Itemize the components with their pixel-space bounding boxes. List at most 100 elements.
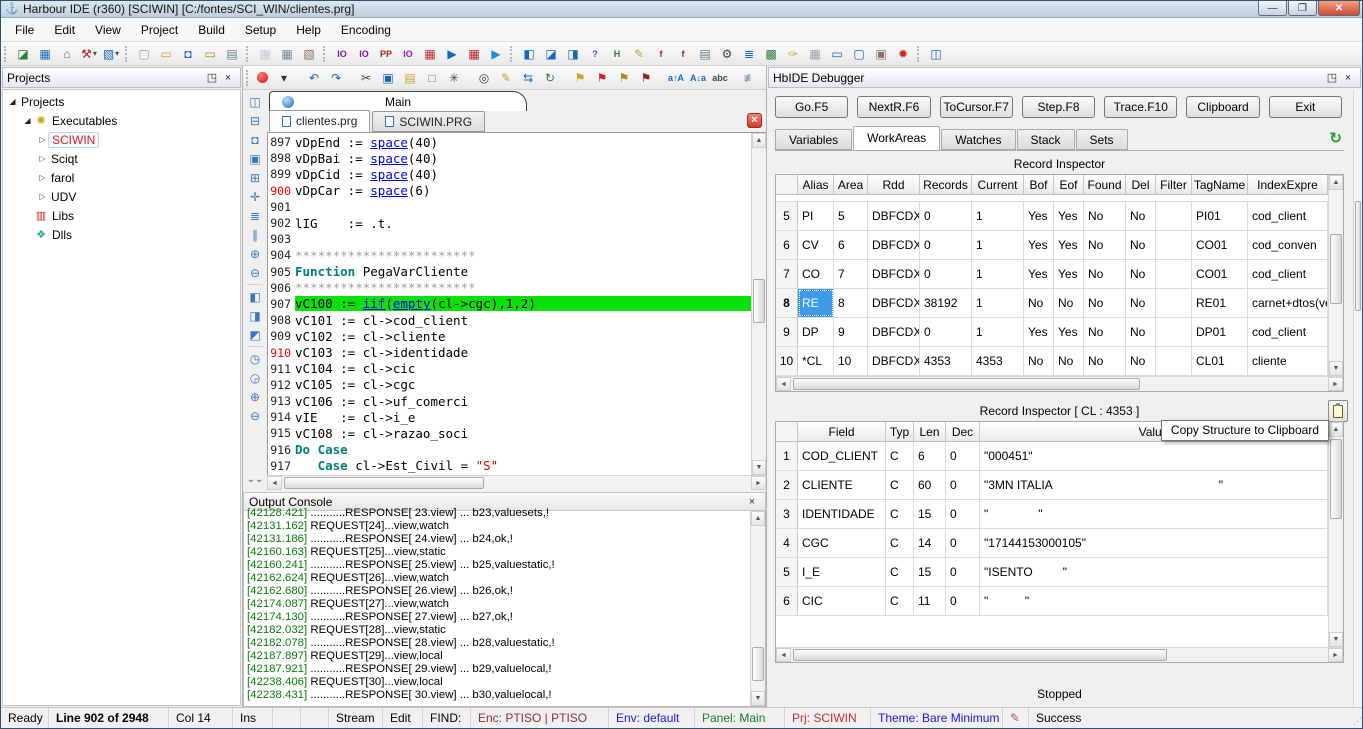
workareas-cell[interactable]: Yes	[1024, 318, 1054, 346]
toolbar-drag-handle[interactable]	[323, 46, 328, 62]
debugger-tab-watches[interactable]: Watches	[941, 129, 1015, 150]
menu-setup[interactable]: Setup	[235, 20, 286, 40]
debugger-button-tocursor-f7[interactable]: ToCursor.F7	[940, 96, 1013, 118]
expander-open-icon[interactable]: ◢	[22, 116, 33, 125]
properties-icon[interactable]: ▤	[695, 44, 715, 63]
editor-hscrollbar[interactable]: ◄ ►	[267, 475, 766, 490]
workareas-cell[interactable]	[1156, 231, 1192, 259]
grid-view-icon[interactable]: ▦	[277, 44, 297, 63]
bookmark-2-icon[interactable]: ⚑	[592, 68, 612, 87]
workareas-cell[interactable]: 6	[834, 231, 868, 259]
panel-top-icon[interactable]: ◧	[245, 287, 265, 306]
code-line-900[interactable]: 900vDpCar := space(6)	[268, 183, 751, 199]
debug-bug-icon[interactable]: ✹	[893, 44, 913, 63]
workareas-cell[interactable]	[1156, 202, 1192, 230]
row-number[interactable]: 4	[776, 529, 798, 557]
debugger-button-trace-f10[interactable]: Trace.F10	[1104, 96, 1177, 118]
workareas-cell[interactable]: Yes	[1054, 231, 1084, 259]
workareas-cell[interactable]: No	[1024, 347, 1054, 375]
code-line-898[interactable]: 898vDpBai := space(40)	[268, 150, 751, 166]
float-window-icon[interactable]: ▭	[827, 44, 847, 63]
workareas-cell[interactable]: Yes	[1054, 202, 1084, 230]
expander-closed-icon[interactable]: ▷	[37, 154, 48, 163]
workareas-cell[interactable]: No	[1084, 231, 1126, 259]
scroll-left-icon[interactable]: ◄	[267, 476, 282, 490]
vstrip-more-icon[interactable]: ⌄⌄	[247, 474, 264, 490]
workareas-cell[interactable]: No	[1126, 202, 1156, 230]
code-line-899[interactable]: 899vDpCid := space(40)	[268, 166, 751, 182]
record-cell[interactable]: 0	[946, 442, 980, 470]
record-cell[interactable]: 60	[914, 471, 946, 499]
workareas-cell[interactable]: PI01	[1192, 202, 1248, 230]
workareas-cell[interactable]: No	[1024, 289, 1054, 317]
workareas-cell[interactable]: No	[1054, 289, 1084, 317]
code-line-897[interactable]: 897vDpEnd := space(40)	[268, 134, 751, 150]
workareas-cell[interactable]: 7	[834, 260, 868, 288]
workareas-cell[interactable]: No	[1054, 347, 1084, 375]
record-cell[interactable]: "17144153000105"	[980, 529, 1328, 557]
record-cell[interactable]: C	[886, 471, 914, 499]
paste-icon[interactable]: ▤	[400, 68, 420, 87]
record-col-dec[interactable]: Dec	[946, 422, 980, 441]
tree-item-dlls[interactable]: ❖Dlls	[3, 225, 240, 244]
code-line-908[interactable]: 908vC101 := cl->cod_client	[268, 312, 751, 328]
workareas-col-filter[interactable]: Filter	[1156, 175, 1192, 194]
workareas-cell[interactable]: CO01	[1192, 231, 1248, 259]
workareas-vscrollbar[interactable]: ▲ ▼	[1328, 175, 1343, 376]
bookmark-4-icon[interactable]: ⚑	[636, 68, 656, 87]
log-viewer-icon[interactable]: ≣	[739, 44, 759, 63]
to-upper-icon[interactable]: a↑A	[666, 68, 686, 87]
theme-picker-icon[interactable]: ▧▾	[101, 44, 121, 63]
toolbar-drag-handle[interactable]	[246, 46, 251, 62]
workareas-cell[interactable]: DBFCDX	[868, 260, 920, 288]
workareas-cell[interactable]: CL01	[1192, 347, 1248, 375]
workareas-cell[interactable]: 38192	[920, 289, 972, 317]
code-line-916[interactable]: 916Do Case	[268, 442, 751, 458]
workareas-cell[interactable]: No	[1084, 347, 1126, 375]
scroll-down-icon[interactable]: ▼	[752, 460, 766, 475]
toolbar-drag-handle[interactable]	[510, 46, 515, 62]
build-launch-icon[interactable]: ▶	[442, 44, 462, 63]
panel-bottom-icon[interactable]: ◩	[245, 325, 265, 344]
code-line-903[interactable]: 903	[268, 231, 751, 247]
workareas-cell[interactable]: 0	[920, 231, 972, 259]
save-view-icon[interactable]: ◘	[245, 130, 265, 149]
scroll-up-icon[interactable]: ▲	[752, 133, 766, 148]
compile-all-icon[interactable]: IO	[398, 44, 418, 63]
record-cell[interactable]: IDENTIDADE	[798, 500, 886, 528]
code-line-904[interactable]: 904************************	[268, 247, 751, 263]
layout-right-icon[interactable]: ◨	[563, 44, 583, 63]
workareas-cell[interactable]: No	[1084, 202, 1126, 230]
record-cell[interactable]: "3MN ITALIA "	[980, 471, 1328, 499]
record-cell[interactable]: 11	[914, 587, 946, 615]
tools-gear-icon[interactable]: ⚙	[717, 44, 737, 63]
debugger-button-exit[interactable]: Exit	[1269, 96, 1342, 118]
row-number[interactable]: 6	[776, 231, 798, 259]
new-file-icon[interactable]: ▢	[134, 44, 154, 63]
row-number[interactable]: 5	[776, 202, 798, 230]
debugger-vscrollbar[interactable]	[1353, 90, 1362, 707]
workareas-col-area[interactable]: Area	[834, 175, 868, 194]
code-line-913[interactable]: 913vC106 := cl->uf_comerci	[268, 393, 751, 409]
workareas-cell[interactable]: 1	[972, 231, 1024, 259]
open-project-icon[interactable]: ▭	[200, 44, 220, 63]
history-back-icon[interactable]: ◷	[245, 349, 265, 368]
workareas-scroll-right-icon[interactable]: ►	[1328, 377, 1343, 391]
notes-icon[interactable]: ✎	[629, 44, 649, 63]
record-cell[interactable]: " "	[980, 500, 1328, 528]
search-down-icon[interactable]: ⊖	[245, 406, 265, 425]
workareas-cell[interactable]: Yes	[1024, 202, 1054, 230]
workareas-cell[interactable]	[1156, 318, 1192, 346]
workareas-cell[interactable]: cod_client	[1248, 202, 1328, 230]
debugger-tab-sets[interactable]: Sets	[1076, 129, 1128, 150]
debugger-button-step-f8[interactable]: Step.F8	[1022, 96, 1095, 118]
debugger-float-icon[interactable]: ◳	[1324, 70, 1340, 85]
bookmark-1-icon[interactable]: ⚑	[570, 68, 590, 87]
open-file-icon[interactable]: ▭	[156, 44, 176, 63]
expander-closed-icon[interactable]: ▷	[37, 135, 48, 144]
workareas-cell[interactable]: 0	[920, 202, 972, 230]
tree-item-executables[interactable]: ◢✺Executables	[3, 111, 240, 130]
workareas-cell[interactable]: Yes	[1024, 231, 1054, 259]
show-desktop-icon[interactable]: ▦	[35, 44, 55, 63]
row-number-header[interactable]	[776, 422, 798, 441]
